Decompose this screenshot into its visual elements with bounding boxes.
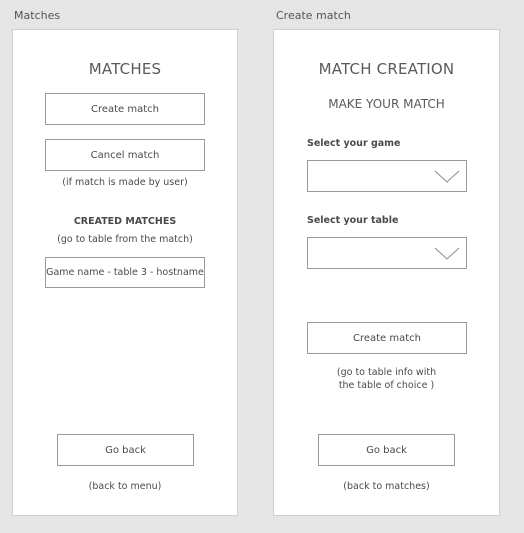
chevron-down-icon [434,247,460,260]
cancel-match-note: (if match is made by user) [62,177,188,188]
select-table-dropdown[interactable] [307,237,467,269]
created-matches-heading: CREATED MATCHES [73,216,177,227]
create-match-button[interactable]: Create match [45,93,205,125]
go-back-note: (back to matches) [343,481,430,492]
create-match-note-line2: the table of choice ) [338,380,435,391]
cancel-match-button[interactable]: Cancel match [45,139,205,171]
select-game-label: Select your game [307,138,401,149]
chevron-down-icon [434,170,460,183]
created-matches-note: (go to table from the match) [57,234,193,245]
page-title: MATCH CREATION [318,60,455,78]
select-game-dropdown[interactable] [307,160,467,192]
create-match-note-line1: (go to table info with [336,367,437,378]
match-creation-screen: MATCH CREATION MAKE YOUR MATCH Select yo… [273,29,500,516]
frame-label-create-match: Create match [276,9,351,22]
matches-screen: MATCHES Create match Cancel match (if ma… [12,29,238,516]
select-table-label: Select your table [307,215,399,226]
created-match-item[interactable]: Game name - table 3 - hostname [45,257,205,288]
create-match-button[interactable]: Create match [307,322,467,354]
frame-label-matches: Matches [14,9,61,22]
go-back-button[interactable]: Go back [57,434,194,466]
go-back-note: (back to menu) [88,481,162,492]
page-subtitle: MAKE YOUR MATCH [328,97,445,111]
page-title: MATCHES [88,60,162,78]
go-back-button[interactable]: Go back [318,434,455,466]
